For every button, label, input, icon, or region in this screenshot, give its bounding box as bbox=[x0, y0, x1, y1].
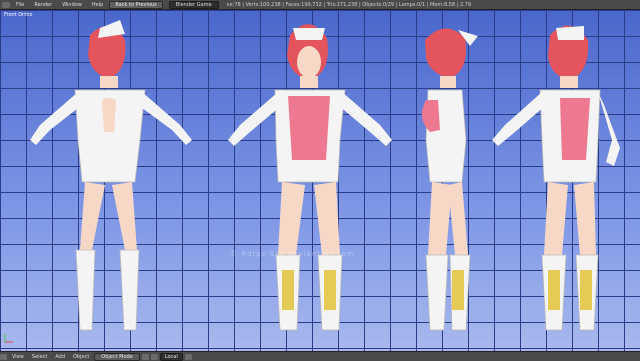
menu-select[interactable]: Select bbox=[29, 354, 50, 360]
render-engine-select[interactable]: Blender Game bbox=[168, 0, 219, 9]
shading-icon[interactable] bbox=[141, 353, 149, 360]
axis-gizmo-icon bbox=[4, 334, 13, 343]
character-turnaround bbox=[30, 20, 620, 331]
figure-side-view bbox=[421, 28, 478, 331]
menu-object[interactable]: Object bbox=[70, 354, 92, 360]
menu-add[interactable]: Add bbox=[52, 354, 68, 360]
manipulator-icon[interactable] bbox=[150, 353, 158, 360]
menu-file[interactable]: File bbox=[12, 2, 28, 8]
back-to-previous-button[interactable]: Back to Previous bbox=[109, 0, 163, 9]
layers-icon[interactable] bbox=[184, 353, 192, 360]
menu-window[interactable]: Window bbox=[58, 2, 86, 8]
blender-icon[interactable] bbox=[2, 1, 10, 8]
object-mode-select[interactable]: Object Mode bbox=[94, 352, 140, 361]
figure-back-view bbox=[30, 20, 192, 331]
scene-stats: ve:78 | Verts:100,238 | Faces:199,732 | … bbox=[226, 1, 472, 8]
menu-help[interactable]: Help bbox=[88, 2, 107, 8]
pivot-select[interactable]: Local bbox=[159, 352, 183, 361]
figure-three-quarter-view bbox=[492, 25, 620, 331]
watermark: © Rdrgz-Sta.deviantart.com bbox=[230, 250, 356, 258]
3d-viewport[interactable]: Front Ortho © Rdrgz-Sta.deviantart.com bbox=[0, 10, 640, 351]
header-bar: File Render Window Help Back to Previous… bbox=[0, 0, 640, 10]
figure-front-view bbox=[228, 24, 392, 331]
menu-view[interactable]: View bbox=[9, 354, 27, 360]
view-icon[interactable] bbox=[0, 353, 7, 360]
menu-render[interactable]: Render bbox=[30, 2, 56, 8]
